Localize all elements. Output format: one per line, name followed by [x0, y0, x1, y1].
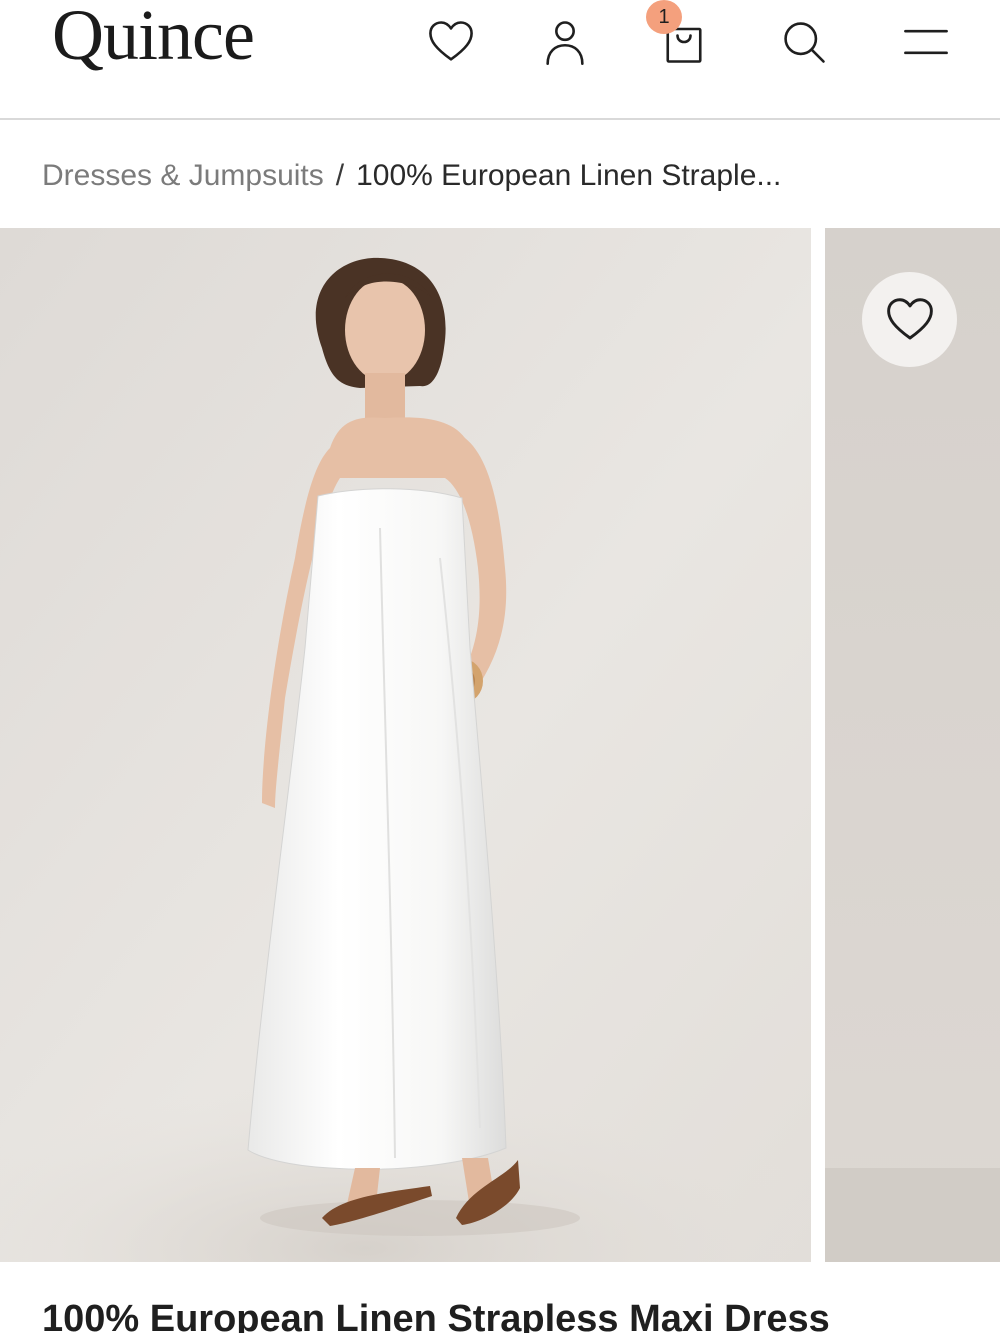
product-image-carousel[interactable] [0, 228, 1000, 1262]
brand-logo[interactable]: Quince [52, 0, 255, 77]
account-icon[interactable] [535, 12, 595, 72]
product-page: Quince 1 Dresses & Jumpsuits / 100% Euro… [0, 0, 1000, 1333]
menu-icon[interactable] [896, 12, 956, 72]
add-to-wishlist-button[interactable] [862, 272, 957, 367]
breadcrumb-separator: / [335, 159, 345, 192]
site-header: Quince 1 [0, 0, 1000, 120]
breadcrumb: Dresses & Jumpsuits / 100% European Line… [42, 152, 781, 200]
wishlist-icon[interactable] [421, 12, 481, 72]
breadcrumb-category-link[interactable]: Dresses & Jumpsuits [42, 159, 324, 193]
breadcrumb-current: 100% European Linen Straple... [356, 159, 782, 192]
cart-count-badge: 1 [646, 0, 682, 34]
search-icon[interactable] [774, 12, 834, 72]
heart-icon [886, 297, 933, 339]
product-title: 100% European Linen Strapless Maxi Dress [42, 1298, 830, 1333]
product-photo-next[interactable] [825, 228, 1000, 1262]
product-photo-main[interactable] [0, 228, 811, 1262]
